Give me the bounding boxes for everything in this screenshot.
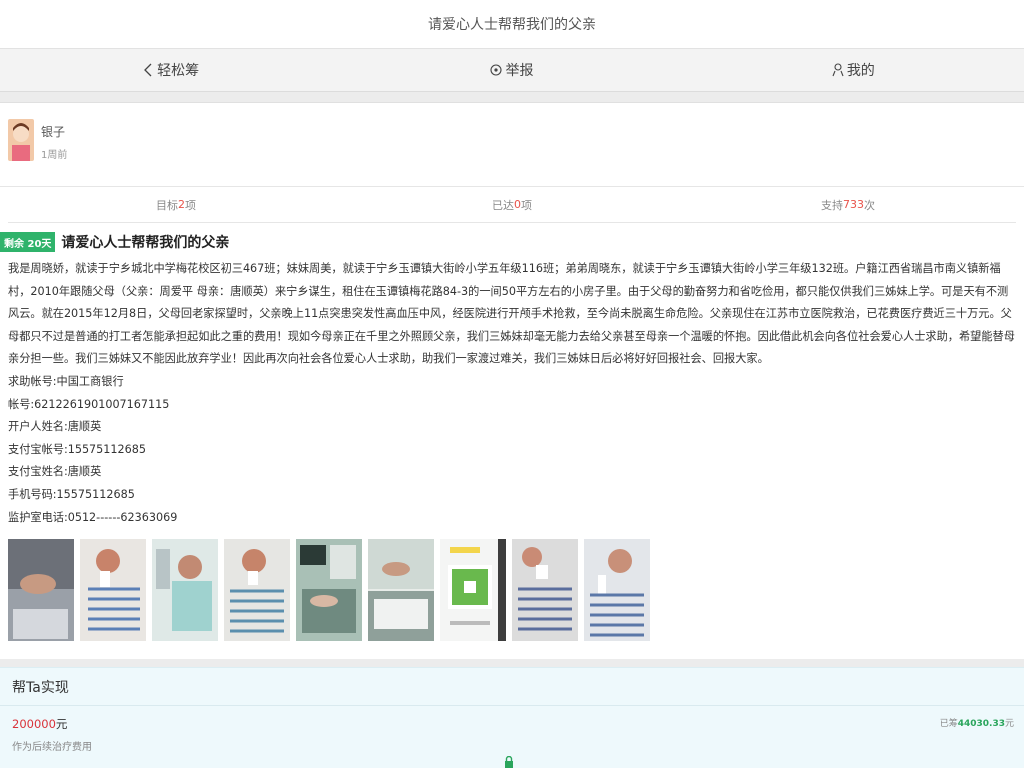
chevron-left-icon [144, 63, 152, 77]
days-left-badge: 剩余 20天 [0, 232, 56, 252]
stat-support: 支持 733 次 [680, 187, 1016, 222]
stat-reached-label: 已达 [492, 198, 514, 212]
stat-support-unit: 次 [864, 198, 875, 212]
stats-bar: 目标 2 项 已达 0 项 支持 733 次 [8, 187, 1016, 223]
stat-reached: 已达 0 项 [344, 187, 680, 222]
photo-thumbnail[interactable] [440, 539, 506, 642]
nav-label-mine: 我的 [846, 63, 875, 79]
page-header: 请爱心人士帮帮我们的父亲 [0, 0, 1024, 48]
report-icon [490, 64, 503, 76]
photo-thumbnail[interactable] [152, 539, 218, 642]
photo-gallery [0, 529, 1024, 659]
info-line: 开户人姓名:唐顺英 [8, 420, 102, 434]
nav-label-qingsongchou: 轻松筹 [157, 63, 200, 79]
raised-unit: 元 [1004, 719, 1014, 730]
photo-thumbnail[interactable] [224, 539, 290, 642]
stat-target-unit: 项 [185, 198, 196, 212]
post-title: 请爱心人士帮帮我们的父亲 [61, 235, 230, 251]
info-line: 帐号:6212261901007167115 [8, 397, 170, 411]
stat-support-value: 733 [843, 198, 864, 211]
photo-thumbnail[interactable] [296, 539, 362, 642]
goal-purpose: 作为后续治疗费用 [12, 742, 92, 754]
goal-amount-value: 200000 [12, 717, 56, 732]
author-row: 银子 1周前 [0, 103, 1024, 187]
photo-thumbnail[interactable] [584, 539, 650, 642]
info-line: 支付宝姓名:唐顺英 [8, 465, 102, 479]
nav-item-qingsongchou[interactable]: 轻松筹 [0, 49, 341, 91]
post-time: 1周前 [41, 150, 68, 161]
stat-reached-value: 0 [514, 198, 521, 211]
post-card: 银子 1周前 目标 2 项 已达 0 项 支持 733 次 剩余 20天 请爱心人士帮帮我们… [0, 102, 1024, 660]
raised-amount: 已筹44030.33元 [940, 716, 1014, 753]
lock-icon [505, 756, 513, 768]
photo-thumbnail[interactable] [368, 539, 434, 642]
post-title-row: 剩余 20天 请爱心人士帮帮我们的父亲 [0, 223, 1024, 253]
top-nav: 轻松筹 举报 我的 [0, 48, 1024, 92]
nav-label-report: 举报 [505, 63, 534, 79]
info-line: 支付宝帐号:15575112685 [8, 442, 147, 456]
info-line: 手机号码:15575112685 [8, 487, 135, 501]
stat-target-value: 2 [178, 198, 185, 211]
stat-support-label: 支持 [821, 198, 843, 212]
raised-label: 已筹 [939, 719, 958, 730]
nav-item-mine[interactable]: 我的 [683, 49, 1024, 91]
user-icon [832, 63, 844, 77]
page-title: 请爱心人士帮帮我们的父亲 [428, 17, 596, 33]
stat-target-label: 目标 [156, 198, 178, 212]
stat-reached-unit: 项 [521, 198, 532, 212]
help-title: 帮Ta实现 [0, 668, 1024, 707]
help-details: 200000元 作为后续治疗费用 已筹44030.33元 [0, 706, 1024, 753]
photo-thumbnail[interactable] [8, 539, 74, 642]
goal-amount-unit: 元 [55, 717, 68, 732]
post-body: 我是周晓娇，就读于宁乡城北中学梅花校区初三467班；妹妹周美，就读于宁乡玉谭镇大… [8, 262, 1015, 366]
stat-target: 目标 2 项 [8, 187, 344, 222]
goal-amount: 200000元 [12, 716, 92, 732]
author-name[interactable]: 银子 [41, 123, 67, 140]
info-line: 监护室电话:0512------62363069 [8, 510, 178, 524]
contact-info: 求助帐号:中国工商银行 帐号:6212261901007167115 开户人姓名… [0, 371, 1024, 529]
avatar[interactable] [8, 119, 34, 161]
nav-item-report[interactable]: 举报 [341, 49, 682, 91]
photo-thumbnail[interactable] [512, 539, 578, 642]
help-section: 帮Ta实现 200000元 作为后续治疗费用 已筹44030.33元 [0, 667, 1024, 768]
raised-value: 44030.33 [957, 719, 1005, 730]
photo-thumbnail[interactable] [80, 539, 146, 642]
info-line: 求助帐号:中国工商银行 [8, 374, 124, 388]
